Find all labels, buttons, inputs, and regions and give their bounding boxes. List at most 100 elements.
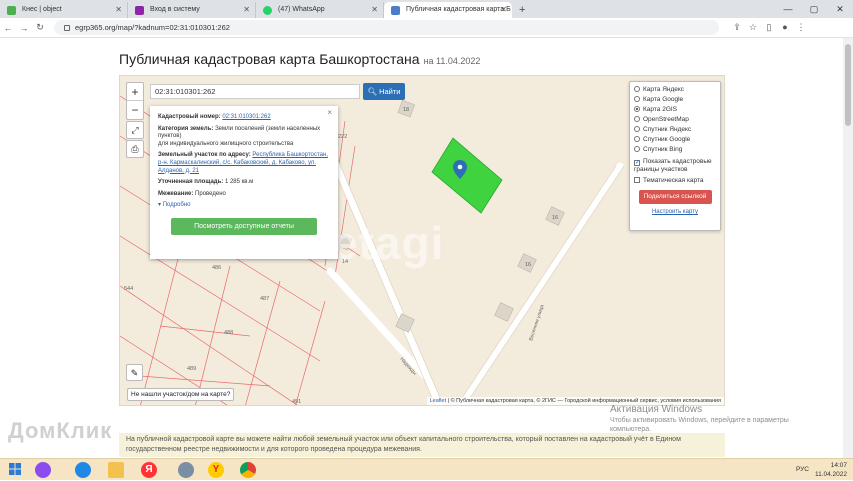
category-value-2: для индивидуального жилищного строительс… [158,140,294,147]
favicon-icon [7,6,16,15]
ruler-icon[interactable]: ✎ [126,364,143,381]
url-text: egrp365.org/map/?kadnum=02:31:010301:262 [75,23,230,32]
plot-number: 18 [403,107,409,113]
plot-number: 491 [292,399,301,405]
checkbox-label: Тематическая карта [643,177,704,184]
layer-option-google-satellite[interactable]: Спутник Google [634,135,716,145]
menu-dots-icon[interactable]: ⋮ [793,22,809,33]
zoom-in-button[interactable]: + [127,83,143,101]
plot-number: 222 [338,134,347,140]
maximize-button[interactable]: ▢ [801,0,827,18]
browser-tab-3[interactable]: (47) WhatsApp ✕ [256,2,384,18]
layer-label: Карта Google [643,96,684,103]
category-label: Категория земель: [158,125,214,132]
browser-tab-1[interactable]: Кнес | object ✕ [0,2,128,18]
close-icon[interactable]: ✕ [115,2,122,18]
reload-icon[interactable]: ↻ [32,22,48,33]
close-window-button[interactable]: ✕ [827,0,853,18]
browser-tab-strip: Кнес | object ✕ Вход в систему ✕ (47) What… [0,0,853,18]
scrollbar-thumb[interactable] [845,44,851,126]
tab-title: Кнес | object [22,6,62,13]
layer-option-bing-satellite[interactable]: Спутник Bing [634,145,716,155]
sidebar-icon[interactable]: ▯ [761,22,777,33]
radio-icon [634,96,640,102]
plot-number: 487 [260,296,269,302]
close-icon[interactable]: ✕ [371,2,378,18]
yandex-icon[interactable]: Я [141,462,157,478]
page-scrollbar[interactable] [843,38,853,458]
lock-icon [64,25,70,31]
map-layers-panel: Карта Яндекс Карта Google Карта 2GIS Ope… [629,81,721,231]
zoom-out-button[interactable]: − [127,101,143,119]
app-icon[interactable] [178,462,194,478]
find-button-label: Найти [379,87,401,96]
clock[interactable]: 14:07 11.04.2022 [815,461,847,479]
whatsapp-icon [263,6,272,15]
page-title-text: Публичная кадастровая карта Башкортостан… [119,51,420,67]
tab-title: Публичная кадастровая карта Б [406,6,511,13]
layer-label: Карта 2GIS [643,106,678,113]
survey-label: Межевание: [158,190,194,197]
area-label: Уточненная площадь: [158,179,224,186]
find-button[interactable]: 🔍︎ Найти [363,83,405,100]
new-tab-button[interactable]: + [512,2,532,18]
yandex-browser-icon[interactable]: Y [208,462,224,478]
star-icon[interactable]: ☆ [745,22,761,33]
share-icon[interactable]: ⇪ [729,22,745,33]
window-controls: — ▢ ✕ [775,0,853,18]
setup-map-link[interactable]: Настроить карту [634,209,716,215]
info-notice: На публичной кадастровой карте вы можете… [119,433,725,457]
show-borders-checkbox[interactable]: ✓ Показать кадастровые границы участков [634,158,716,173]
not-found-button[interactable]: Не нашли участок/дом на карте? [127,388,235,401]
plot-number: 16 [525,262,531,268]
layer-option-2gis-map[interactable]: Карта 2GIS [634,105,716,115]
view-reports-button[interactable]: Посмотреть доступные отчеты [171,217,317,235]
search-icon: 🔍︎ [367,87,380,96]
plot-number: 16 [552,215,558,221]
profile-icon[interactable]: ● [777,22,793,33]
layer-label: Спутник Google [643,136,691,143]
plot-number: 488 [224,330,233,336]
cadnum-link[interactable]: 02:31:010301:262 [222,114,270,120]
cadnum-label: Кадастровый номер: [158,114,221,120]
browser-tab-4-active[interactable]: Публичная кадастровая карта Б ✕ [384,2,512,18]
layer-option-yandex-map[interactable]: Карта Яндекс [634,85,716,95]
layer-option-osm[interactable]: OpenStreetMap [634,115,716,125]
cadastral-map[interactable]: 222 486 544 487 488 489 491 16 16 18 14 … [119,75,725,406]
radio-icon [634,136,640,142]
back-arrow-icon[interactable]: ← [0,23,16,33]
leaflet-link[interactable]: Leaflet [430,398,447,404]
layer-label: Спутник Bing [643,146,683,153]
close-icon[interactable]: × [327,109,332,117]
windows-activation-watermark: Активация Windows Чтобы активировать Win… [610,404,815,434]
edge-icon[interactable] [75,462,91,478]
browser-tab-2[interactable]: Вход в систему ✕ [128,2,256,18]
layer-option-yandex-satellite[interactable]: Спутник Яндекс [634,125,716,135]
url-field[interactable]: egrp365.org/map/?kadnum=02:31:010301:262 [54,20,719,35]
selected-parcel[interactable] [431,137,503,214]
fullscreen-icon[interactable]: ⤢ [126,121,144,139]
minimize-button[interactable]: — [775,0,801,18]
language-indicator[interactable]: РУС [796,466,809,473]
windows-start-icon[interactable] [8,462,24,478]
favicon-icon [391,6,400,15]
browser-toolbar-icons: ⇪ ☆ ▯ ● ⋮ [729,22,809,33]
more-link[interactable]: ▾ Подробно [158,202,330,210]
close-icon[interactable]: ✕ [243,2,250,18]
print-icon[interactable]: ⎙ [126,140,144,158]
more-link-label: Подробно [162,202,191,209]
forward-arrow-icon[interactable]: → [16,23,32,33]
radio-selected-icon [634,106,640,112]
share-link-button[interactable]: Поделиться ссылкой [638,190,712,204]
cadastral-search-input[interactable]: 02:31:010301:262 [150,84,360,99]
layer-option-google-map[interactable]: Карта Google [634,95,716,105]
radio-icon [634,146,640,152]
page-date: на 11.04.2022 [423,56,481,66]
clock-date: 11.04.2022 [814,471,847,478]
file-explorer-icon[interactable] [108,462,124,478]
alice-icon[interactable] [35,462,51,478]
close-icon[interactable]: ✕ [500,2,507,18]
chrome-icon[interactable] [240,462,256,478]
thematic-map-checkbox[interactable]: Тематическая карта [634,176,716,186]
area-value: 1 285 кв.м [224,179,254,186]
